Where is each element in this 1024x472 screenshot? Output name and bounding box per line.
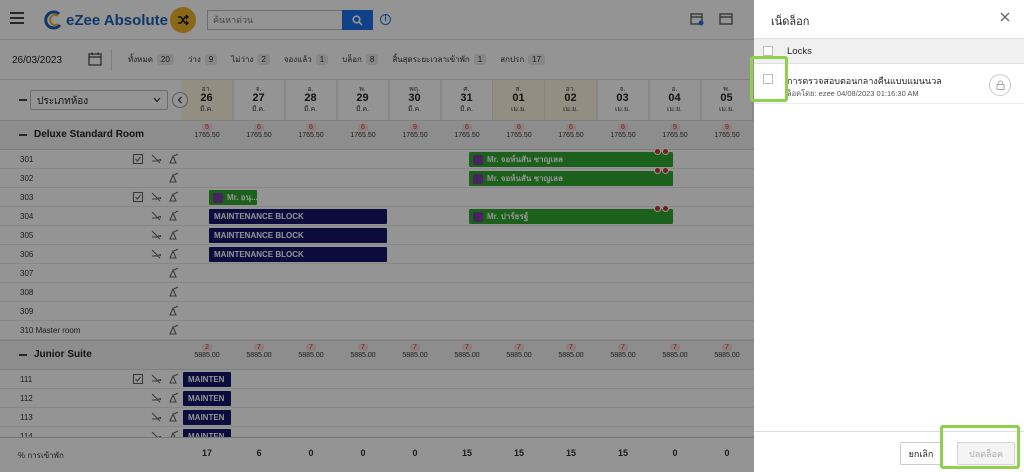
lock-item-locked-by: ล็อคโดย: ezee 04/08/2023 01:16:30 AM [787,89,919,98]
lock-item-unlock-button[interactable] [989,74,1011,96]
lock-panel: เน็ดล็อก Locks การตรวจสอบตอนกลางคืนแบบแม… [754,0,1024,472]
close-icon[interactable] [1000,12,1010,22]
modal-backdrop[interactable] [0,0,754,472]
lock-icon [996,80,1004,90]
app-root: eZee Absolute i [0,0,1024,472]
panel-title: เน็ดล็อก [771,16,810,28]
highlight-unlock-button [940,425,1020,469]
lock-item-name: การตรวจสอบตอนกลางคืนแบบแมนนวล [787,76,942,86]
highlight-checkbox [750,56,788,102]
locks-header-label: Locks [787,46,812,57]
lock-item: การตรวจสอบตอนกลางคืนแบบแมนนวล ล็อคโดย: e… [754,64,1024,104]
select-all-checkbox[interactable] [763,46,773,56]
locks-header: Locks [754,38,1024,64]
cancel-button[interactable]: ยกเลิก [900,442,942,465]
